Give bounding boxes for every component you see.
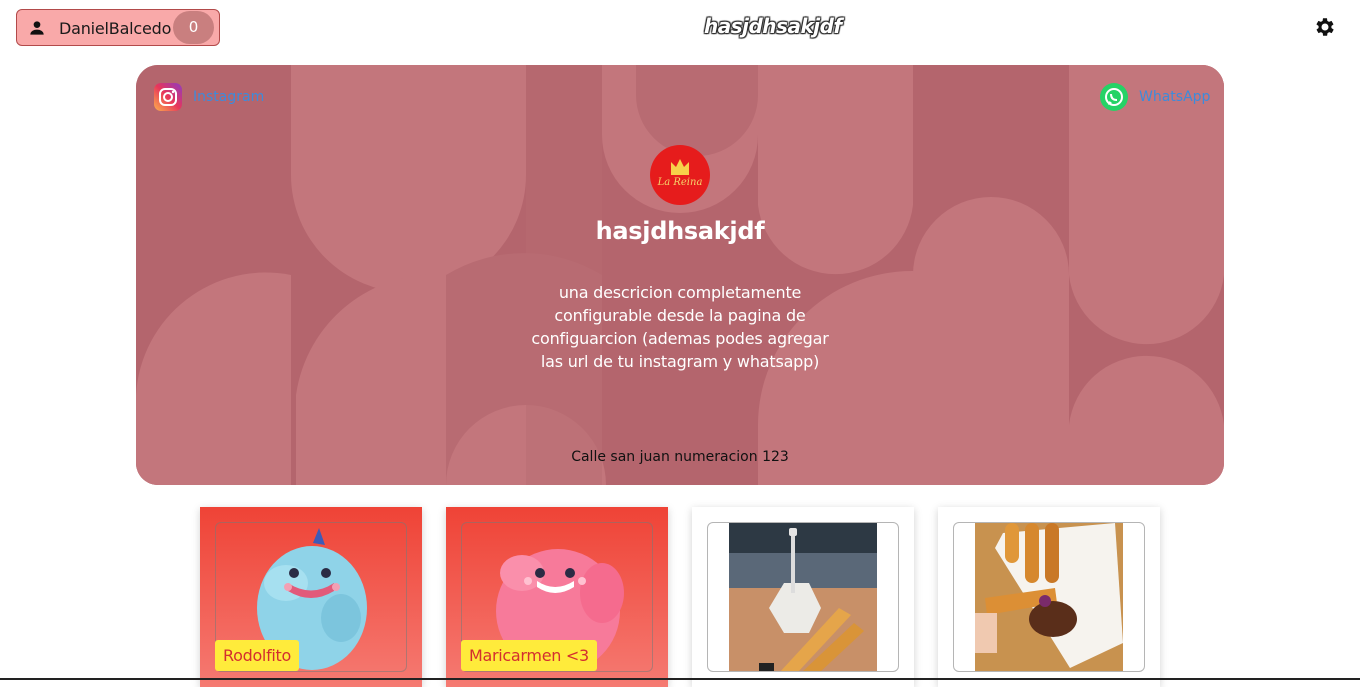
churros-with-mate-image: [729, 523, 877, 671]
user-name: DanielBalcedo: [59, 19, 172, 38]
user-cart-button[interactable]: DanielBalcedo 0: [16, 9, 220, 46]
product-card[interactable]: [692, 507, 914, 687]
store-name: hasjdhsakjdf: [595, 217, 765, 245]
product-label: Maricarmen <3: [461, 640, 597, 671]
store-address: Calle san juan numeracion 123: [571, 449, 789, 465]
instagram-icon: [154, 83, 182, 111]
churros-with-chocolate-image: [975, 523, 1123, 671]
product-card[interactable]: Maricarmen <3: [446, 507, 668, 687]
hero-background-pattern: [136, 65, 1224, 485]
product-grid: Rodolfito Maricarmen <3: [0, 507, 1360, 687]
product-card[interactable]: Rodolfito: [200, 507, 422, 687]
product-label: Rodolfito: [215, 640, 300, 671]
product-image-frame: [707, 522, 899, 672]
person-icon: [30, 21, 44, 35]
whatsapp-icon: [1100, 83, 1128, 111]
product-image-frame: [953, 522, 1145, 672]
instagram-link[interactable]: Instagram: [153, 82, 264, 112]
gear-icon[interactable]: [1312, 15, 1336, 39]
product-card[interactable]: [938, 507, 1160, 687]
crown-icon: [671, 159, 689, 175]
whatsapp-label: WhatsApp: [1139, 89, 1211, 105]
logo-text: La Reina: [657, 177, 703, 188]
store-description: una descricion completamente configurabl…: [531, 283, 829, 371]
instagram-label: Instagram: [193, 89, 265, 105]
cart-count-badge: 0: [173, 11, 214, 44]
top-bar: DanielBalcedo 0 hasjdhsakjdf: [0, 0, 1360, 56]
store-logo: La Reina: [650, 145, 710, 205]
store-hero-banner: Instagram WhatsApp La Reina hasjdhsakjdf…: [136, 65, 1224, 485]
app-title: hasjdhsakjdf: [704, 14, 842, 38]
whatsapp-link[interactable]: WhatsApp: [1099, 82, 1210, 112]
